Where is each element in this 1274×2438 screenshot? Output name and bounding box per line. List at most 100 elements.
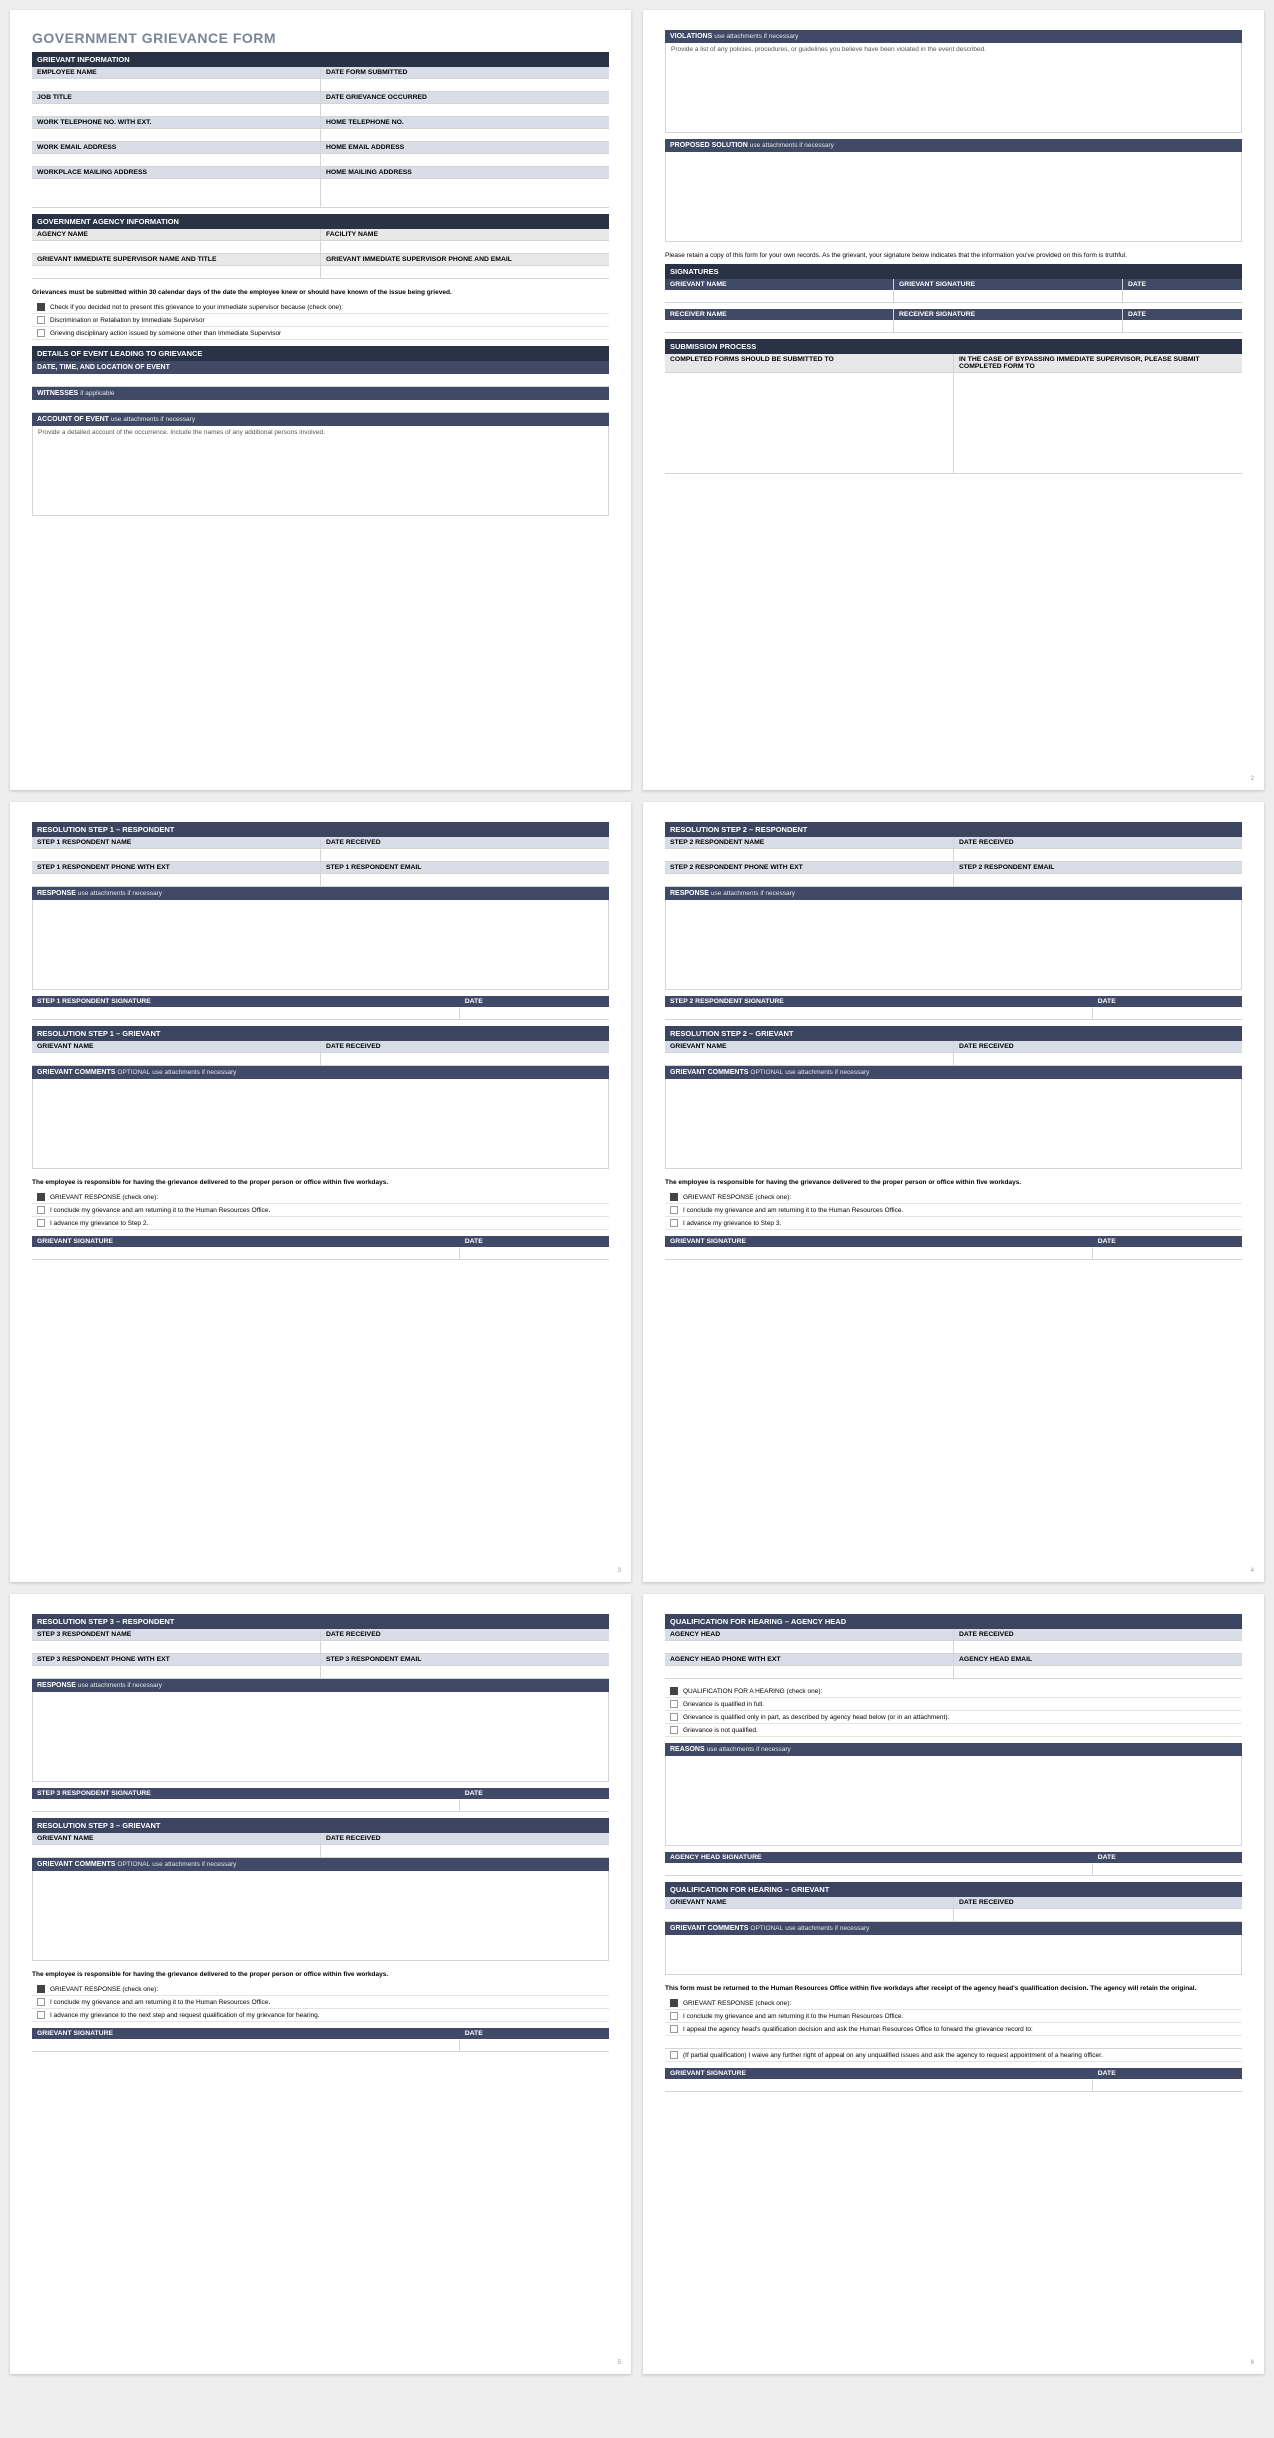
- inp-wemail[interactable]: [32, 154, 321, 166]
- inp-s1-name[interactable]: [32, 849, 321, 861]
- check-disc[interactable]: Grieving disciplinary action issued by s…: [32, 327, 609, 340]
- lbl-s3-email: STEP 3 RESPONDENT EMAIL: [321, 1654, 609, 1665]
- inp-ahe[interactable]: [954, 1666, 1242, 1678]
- inp-gsd6[interactable]: [1093, 2079, 1242, 2091]
- inp-s3-resp[interactable]: [32, 1692, 609, 1782]
- inp-submit-to[interactable]: [665, 373, 954, 473]
- inp-account[interactable]: Provide a detailed account of the occurr…: [32, 426, 609, 516]
- inp-reasons[interactable]: [665, 1756, 1242, 1846]
- check-s3-conclude[interactable]: I conclude my grievance and am returning…: [32, 1996, 609, 2009]
- inp-s1-dr[interactable]: [321, 849, 609, 861]
- inp-s1-resp[interactable]: [32, 900, 609, 990]
- inp-s3-email[interactable]: [321, 1666, 609, 1678]
- inp-s3-name[interactable]: [32, 1641, 321, 1653]
- inp-s3-gs[interactable]: [32, 2039, 460, 2051]
- inp-s1-gn[interactable]: [32, 1053, 321, 1065]
- inp-s2-gn[interactable]: [665, 1053, 954, 1065]
- check-o3[interactable]: (If partial qualification) I waive any f…: [665, 2049, 1242, 2062]
- inp-agency[interactable]: [32, 241, 321, 253]
- check-q1[interactable]: Grievance is qualified in full.: [665, 1698, 1242, 1711]
- check-s3-advance[interactable]: I advance my grievance to the next step …: [32, 2009, 609, 2022]
- inp-gn6[interactable]: [665, 1909, 954, 1921]
- page-1: GOVERNMENT GRIEVANCE FORM GRIEVANT INFOR…: [10, 10, 631, 790]
- inp-bypass[interactable]: [954, 373, 1242, 473]
- inp-haddr[interactable]: [321, 179, 609, 207]
- lbl-s3-dr: DATE RECEIVED: [321, 1629, 609, 1640]
- check-discrim[interactable]: Discrimination or Retaliation by Immedia…: [32, 314, 609, 327]
- inp-appeal[interactable]: [665, 2036, 1242, 2048]
- inp-s3-sig[interactable]: [32, 1799, 460, 1811]
- check-o2[interactable]: I appeal the agency head's qualification…: [665, 2023, 1242, 2036]
- inp-s1-gdr[interactable]: [321, 1053, 609, 1065]
- lbl-s2-phone: STEP 2 RESPONDENT PHONE with EXT: [665, 862, 954, 873]
- inp-s3-phone[interactable]: [32, 1666, 321, 1678]
- inp-s1-email[interactable]: [321, 874, 609, 886]
- inp-ahsd[interactable]: [1093, 1863, 1242, 1875]
- inp-s2-sigd[interactable]: [1093, 1007, 1242, 1019]
- inp-gs6[interactable]: [665, 2079, 1093, 2091]
- check-s2-advance[interactable]: I advance my grievance to Step 3.: [665, 1217, 1242, 1230]
- inp-violations[interactable]: Provide a list of any policies, procedur…: [665, 43, 1242, 133]
- inp-job[interactable]: [32, 104, 321, 116]
- lbl-htel: HOME TELEPHONE NO.: [321, 117, 609, 128]
- check-header: Check if you decided not to present this…: [32, 301, 609, 314]
- lbl-job: JOB TITLE: [32, 92, 321, 103]
- inp-htel[interactable]: [321, 129, 609, 141]
- check-q2[interactable]: Grievance is qualified only in part, as …: [665, 1711, 1242, 1724]
- inp-wtel[interactable]: [32, 129, 321, 141]
- inp-s3-gdr[interactable]: [321, 1845, 609, 1857]
- inp-gdate[interactable]: [1123, 290, 1242, 302]
- inp-witnesses[interactable]: [32, 400, 609, 412]
- inp-s2-email[interactable]: [954, 874, 1242, 886]
- inp-s1-sigd[interactable]: [460, 1007, 609, 1019]
- inp-rsig[interactable]: [894, 320, 1123, 332]
- inp-s3-gn[interactable]: [32, 1845, 321, 1857]
- inp-rname[interactable]: [665, 320, 894, 332]
- check-q3[interactable]: Grievance is not qualified.: [665, 1724, 1242, 1737]
- inp-date-sub[interactable]: [321, 79, 609, 91]
- inp-sup-phone[interactable]: [321, 266, 609, 278]
- inp-s1-phone[interactable]: [32, 874, 321, 886]
- inp-gsig[interactable]: [894, 290, 1123, 302]
- inp-s3-gc[interactable]: [32, 1871, 609, 1961]
- inp-s3-sigd[interactable]: [460, 1799, 609, 1811]
- inp-s2-name[interactable]: [665, 849, 954, 861]
- inp-s2-resp[interactable]: [665, 900, 1242, 990]
- inp-s2-dr[interactable]: [954, 849, 1242, 861]
- inp-s2-gsd[interactable]: [1093, 1247, 1242, 1259]
- inp-sup-name[interactable]: [32, 266, 321, 278]
- inp-gc6[interactable]: [665, 1935, 1242, 1975]
- inp-s1-gs[interactable]: [32, 1247, 460, 1259]
- inp-datetime[interactable]: [32, 374, 609, 386]
- inp-s3-dr[interactable]: [321, 1641, 609, 1653]
- inp-rdate[interactable]: [1123, 320, 1242, 332]
- page-num-5: 5: [618, 2360, 621, 2366]
- inp-s2-gdr[interactable]: [954, 1053, 1242, 1065]
- inp-s1-gc[interactable]: [32, 1079, 609, 1169]
- inp-waddr[interactable]: [32, 179, 321, 207]
- inp-ahp[interactable]: [665, 1666, 954, 1678]
- inp-s3-gsd[interactable]: [460, 2039, 609, 2051]
- inp-dr6[interactable]: [954, 1909, 1242, 1921]
- check-s2-conclude[interactable]: I conclude my grievance and am returning…: [665, 1204, 1242, 1217]
- inp-date-occ[interactable]: [321, 104, 609, 116]
- inp-gname[interactable]: [665, 290, 894, 302]
- inp-s2-sig[interactable]: [665, 1007, 1093, 1019]
- check-o1[interactable]: I conclude my grievance and am returning…: [665, 2010, 1242, 2023]
- inp-facility[interactable]: [321, 241, 609, 253]
- inp-ah[interactable]: [665, 1641, 954, 1653]
- check-s3-hdr: GRIEVANT RESPONSE (check one):: [32, 1983, 609, 1996]
- inp-hemail[interactable]: [321, 154, 609, 166]
- inp-s2-gc[interactable]: [665, 1079, 1242, 1169]
- inp-s2-gs[interactable]: [665, 1247, 1093, 1259]
- check-s1-advance[interactable]: I advance my grievance to Step 2.: [32, 1217, 609, 1230]
- inp-ahdr[interactable]: [954, 1641, 1242, 1653]
- inp-emp-name[interactable]: [32, 79, 321, 91]
- check-s1-hdr: GRIEVANT RESPONSE (check one):: [32, 1191, 609, 1204]
- inp-ahs[interactable]: [665, 1863, 1093, 1875]
- inp-proposed[interactable]: [665, 152, 1242, 242]
- inp-s1-sig[interactable]: [32, 1007, 460, 1019]
- check-s1-conclude[interactable]: I conclude my grievance and am returning…: [32, 1204, 609, 1217]
- inp-s1-gsd[interactable]: [460, 1247, 609, 1259]
- inp-s2-phone[interactable]: [665, 874, 954, 886]
